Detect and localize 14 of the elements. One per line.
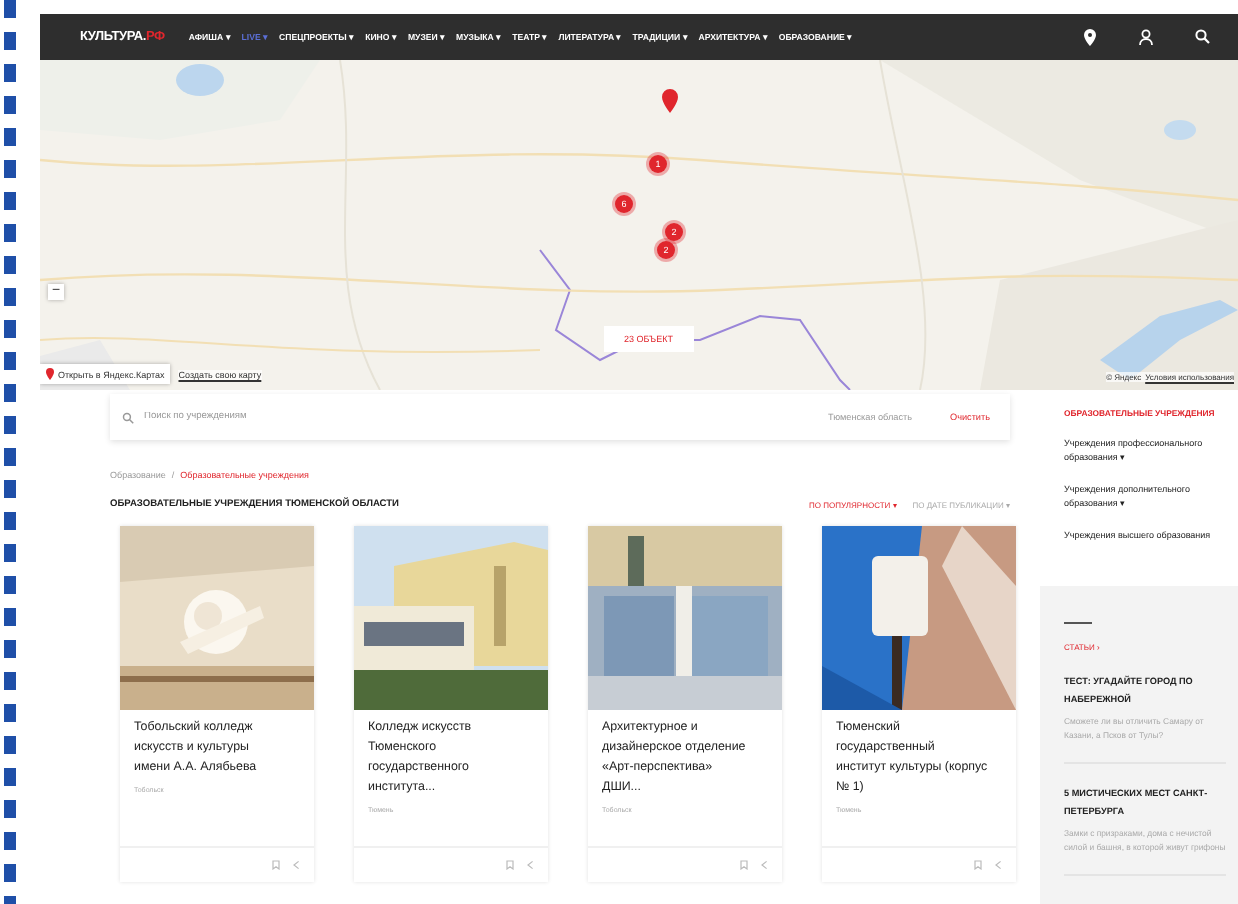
user-icon[interactable] xyxy=(1138,28,1154,46)
share-icon[interactable] xyxy=(994,860,1002,870)
bookmark-icon[interactable] xyxy=(740,860,748,870)
map-pin-icon[interactable] xyxy=(661,88,679,114)
bookmark-icon[interactable] xyxy=(506,860,514,870)
share-icon[interactable] xyxy=(526,860,534,870)
location-pin-icon xyxy=(46,368,54,380)
search-icon[interactable] xyxy=(1194,28,1210,46)
location-pin-icon[interactable] xyxy=(1082,28,1098,46)
share-icon[interactable] xyxy=(292,860,300,870)
search-icon xyxy=(122,411,134,423)
bookmark-icon[interactable] xyxy=(272,860,280,870)
share-icon[interactable] xyxy=(760,860,768,870)
bookmark-icon[interactable] xyxy=(974,860,982,870)
